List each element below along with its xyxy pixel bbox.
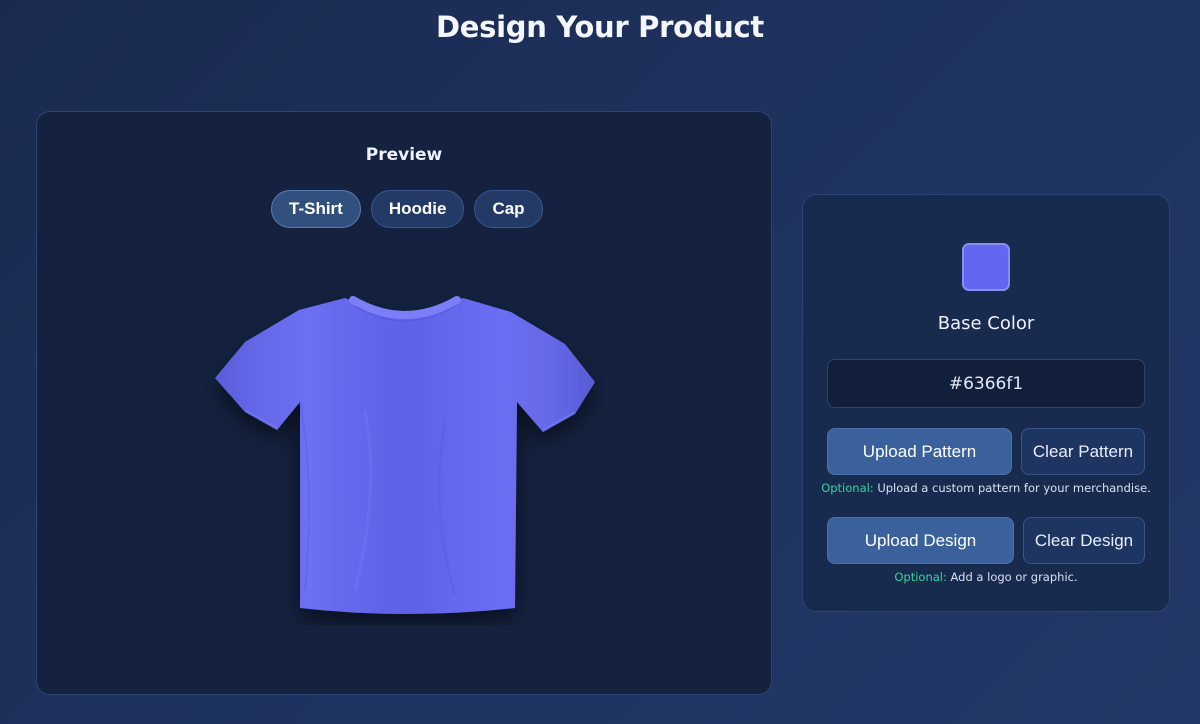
clear-design-button[interactable]: Clear Design (1023, 517, 1145, 564)
pattern-hint-text: Upload a custom pattern for your merchan… (873, 481, 1151, 495)
design-hint-optional: Optional: (894, 570, 947, 584)
preview-heading: Preview (365, 145, 443, 165)
design-hint: Optional: Add a logo or graphic. (802, 570, 1170, 584)
upload-pattern-button[interactable]: Upload Pattern (827, 428, 1012, 475)
tab-cap[interactable]: Cap (474, 190, 543, 228)
pattern-hint-optional: Optional: (821, 481, 874, 495)
product-tabs: T-Shirt Hoodie Cap (271, 190, 543, 228)
tshirt-preview-image (205, 290, 605, 625)
tab-tshirt[interactable]: T-Shirt (271, 190, 361, 228)
page-title: Design Your Product (436, 10, 764, 44)
tab-hoodie[interactable]: Hoodie (370, 190, 465, 228)
base-color-label: Base Color (937, 313, 1035, 334)
base-color-swatch[interactable] (962, 243, 1010, 291)
design-hint-text: Add a logo or graphic. (946, 570, 1078, 584)
pattern-hint: Optional: Upload a custom pattern for yo… (802, 481, 1170, 495)
upload-design-button[interactable]: Upload Design (827, 517, 1014, 564)
base-color-hex-input[interactable] (827, 359, 1145, 408)
clear-pattern-button[interactable]: Clear Pattern (1021, 428, 1145, 475)
